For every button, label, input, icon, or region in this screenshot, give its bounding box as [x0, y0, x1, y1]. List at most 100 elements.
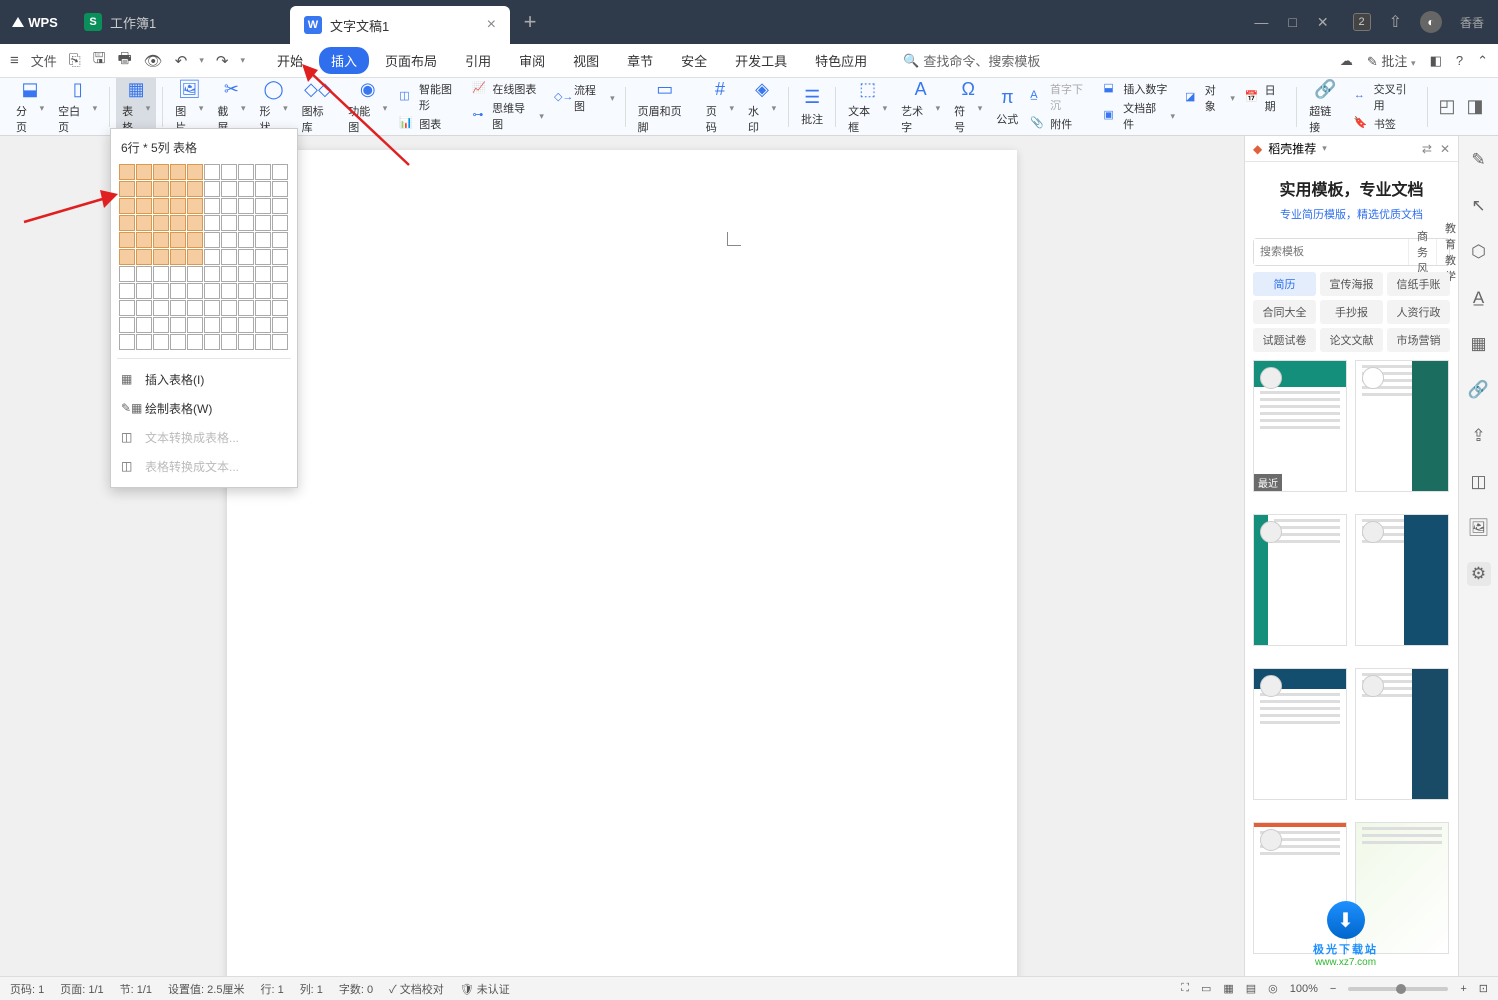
insertnum-button[interactable]: ⬓插入数字 — [1103, 81, 1175, 97]
grid-cell[interactable] — [238, 232, 254, 248]
blank-page-button[interactable]: ▯空白页▾ — [52, 78, 103, 135]
grid-cell[interactable] — [187, 215, 203, 231]
grid-cell[interactable] — [153, 300, 169, 316]
category-exam[interactable]: 试题试卷 — [1253, 328, 1316, 352]
grid-cell[interactable] — [170, 181, 186, 197]
page-break-button[interactable]: ⬓分页▾ — [10, 78, 50, 135]
grid-cell[interactable] — [119, 198, 135, 214]
grid-cell[interactable] — [204, 266, 220, 282]
maximize-button[interactable]: □ — [1288, 14, 1296, 31]
template-thumb[interactable] — [1253, 360, 1347, 492]
grid-cell[interactable] — [221, 249, 237, 265]
collapse-icon[interactable]: ⌃ — [1477, 53, 1488, 69]
funcgraph-button[interactable]: ◉功能图▾ — [342, 78, 393, 135]
status-proof[interactable]: ✓ 文档校对 — [389, 981, 444, 997]
share-tool-icon[interactable]: ⇪ — [1467, 424, 1491, 448]
view-read-icon[interactable]: ◎ — [1268, 982, 1278, 995]
grid-cell[interactable] — [136, 283, 152, 299]
docparts-button[interactable]: ▣文档部件▾ — [1103, 100, 1175, 132]
grid-cell[interactable] — [221, 334, 237, 350]
grid-cell[interactable] — [136, 198, 152, 214]
grid-cell[interactable] — [187, 283, 203, 299]
notification-badge[interactable]: 2 — [1353, 13, 1371, 31]
undo-icon[interactable]: ↶ — [175, 52, 188, 70]
grid-cell[interactable] — [136, 215, 152, 231]
grid-cell[interactable] — [238, 317, 254, 333]
crossref-button[interactable]: ↔交叉引用 — [1354, 81, 1417, 113]
redo-icon[interactable]: ↷ — [216, 52, 229, 70]
view-web-icon[interactable]: ▦ — [1223, 982, 1233, 995]
date-button[interactable]: 📅日期 — [1245, 82, 1286, 114]
status-page-num[interactable]: 页码: 1 — [10, 981, 44, 997]
fit-icon[interactable]: ⊡ — [1479, 982, 1488, 995]
grid-cell[interactable] — [119, 215, 135, 231]
screenshot-button[interactable]: ✂截屏▾ — [211, 78, 251, 135]
text-tool-icon[interactable]: A̲ — [1467, 286, 1491, 310]
onlinechart-button[interactable]: 📈在线图表 — [472, 81, 544, 97]
tab-layout[interactable]: 页面布局 — [373, 47, 449, 74]
redo-more[interactable]: ▾ — [240, 55, 245, 66]
grid-cell[interactable] — [204, 317, 220, 333]
grid-cell[interactable] — [136, 164, 152, 180]
grid-cell[interactable] — [238, 334, 254, 350]
flowchart-button[interactable]: ◇→流程图▾ — [554, 82, 615, 114]
tab-security[interactable]: 安全 — [669, 47, 719, 74]
grid-cell[interactable] — [272, 215, 288, 231]
grid-cell[interactable] — [255, 283, 271, 299]
tab-view[interactable]: 视图 — [561, 47, 611, 74]
grid-cell[interactable] — [238, 181, 254, 197]
object-button[interactable]: ◪对象▾ — [1185, 82, 1235, 114]
template-thumb[interactable] — [1253, 668, 1347, 800]
status-words[interactable]: 字数: 0 — [339, 981, 373, 997]
grid-cell[interactable] — [170, 334, 186, 350]
grid-cell[interactable] — [136, 300, 152, 316]
grid-cell[interactable] — [238, 300, 254, 316]
grid-cell[interactable] — [187, 266, 203, 282]
grid-cell[interactable] — [238, 249, 254, 265]
grid-cell[interactable] — [221, 215, 237, 231]
grid-cell[interactable] — [187, 300, 203, 316]
zoom-knob[interactable] — [1396, 984, 1406, 994]
grid-cell[interactable] — [153, 215, 169, 231]
grid-cell[interactable] — [119, 334, 135, 350]
tab-devtools[interactable]: 开发工具 — [723, 47, 799, 74]
grid-cell[interactable] — [238, 215, 254, 231]
view-print-icon[interactable]: ▭ — [1201, 982, 1211, 995]
grid-cell[interactable] — [255, 198, 271, 214]
grid-cell[interactable] — [153, 198, 169, 214]
grid-cell[interactable] — [170, 232, 186, 248]
settings-tool-icon[interactable]: ⚙ — [1467, 562, 1491, 586]
category-handnote[interactable]: 手抄报 — [1320, 300, 1383, 324]
panel-settings-icon[interactable]: ⇄ — [1422, 142, 1432, 156]
grid-cell[interactable] — [272, 266, 288, 282]
status-setting[interactable]: 设置值: 2.5厘米 — [168, 981, 244, 997]
panel-close-icon[interactable]: ✕ — [1440, 142, 1450, 156]
grid-cell[interactable] — [187, 317, 203, 333]
grid-cell[interactable] — [187, 181, 203, 197]
grid-cell[interactable] — [136, 181, 152, 197]
grid-cell[interactable] — [187, 232, 203, 248]
grid-cell[interactable] — [255, 300, 271, 316]
tab-close-icon[interactable]: × — [487, 16, 496, 34]
grid-cell[interactable] — [255, 181, 271, 197]
grid-cell[interactable] — [170, 317, 186, 333]
template-search-input[interactable] — [1254, 239, 1408, 265]
wps-logo[interactable]: WPS — [0, 0, 70, 44]
tab-features[interactable]: 特色应用 — [803, 47, 879, 74]
watermark-button[interactable]: ◈水印▾ — [742, 78, 782, 135]
grid-cell[interactable] — [187, 198, 203, 214]
shapes-button[interactable]: ◯形状▾ — [254, 78, 294, 135]
grid-cell[interactable] — [272, 334, 288, 350]
select-tool-icon[interactable]: ↖ — [1467, 194, 1491, 218]
grid-cell[interactable] — [153, 283, 169, 299]
skin-icon[interactable]: ◧ — [1430, 53, 1442, 69]
category-letter[interactable]: 信纸手账 — [1387, 272, 1450, 296]
toggle-panel1[interactable]: ◰ — [1434, 78, 1460, 135]
link-tool-icon[interactable]: 🔗 — [1467, 378, 1491, 402]
grid-cell[interactable] — [170, 300, 186, 316]
view-outline-icon[interactable]: ▤ — [1246, 982, 1256, 995]
comment-button[interactable]: ☰批注 — [795, 78, 829, 135]
wordart-button[interactable]: A艺术字▾ — [895, 78, 946, 135]
file-menu[interactable]: 文件 — [31, 51, 57, 70]
grid-cell[interactable] — [153, 317, 169, 333]
